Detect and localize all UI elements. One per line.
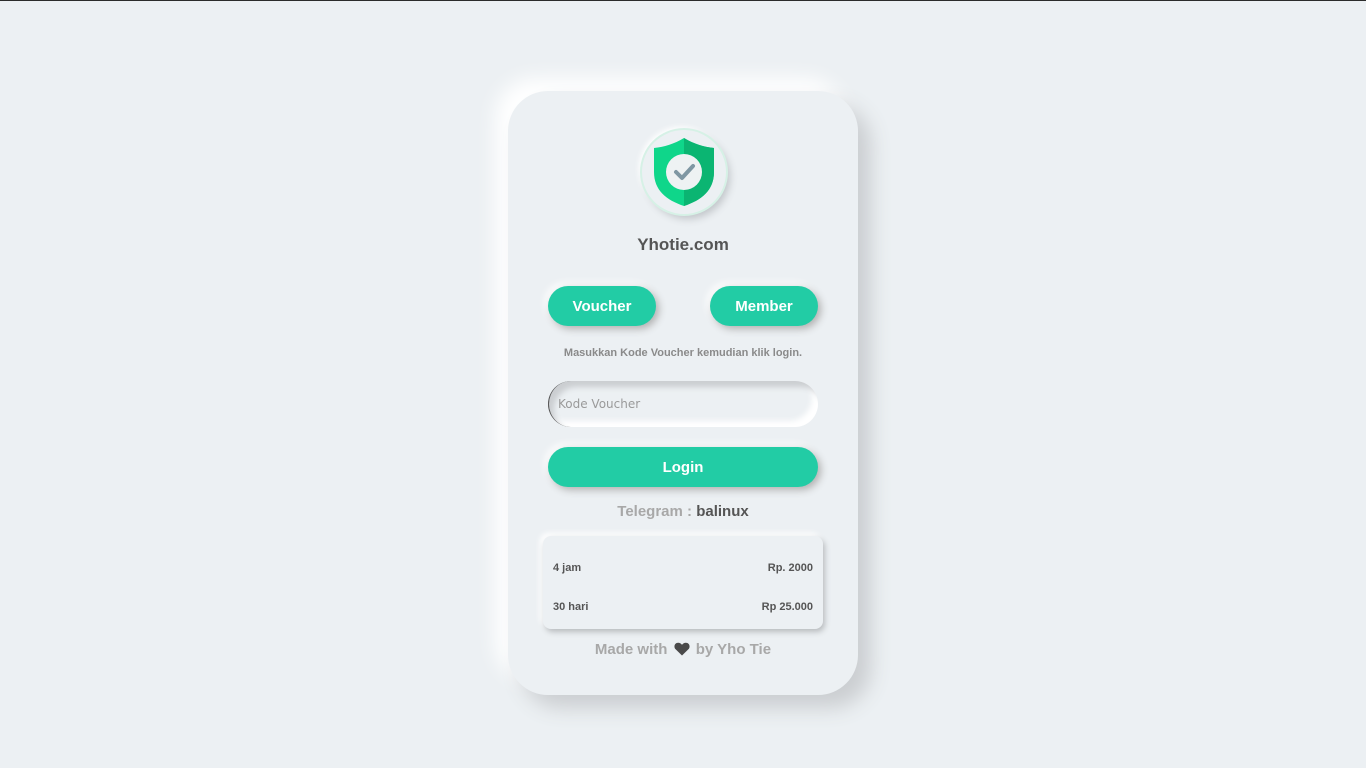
top-border [0,0,1366,1]
price-duration: 4 jam [553,562,582,574]
voucher-tab-button[interactable]: Voucher [548,286,656,326]
login-card: Yhotie.com Voucher Member Masukkan Kode … [508,91,858,695]
voucher-input-wrapper [548,381,818,427]
price-amount: Rp. 2000 [767,562,813,574]
price-row: 30 hari Rp 25.000 [553,601,813,613]
member-tab-button[interactable]: Member [710,286,818,326]
price-duration: 30 hari [553,601,589,613]
login-button[interactable]: Login [548,447,818,487]
price-list: 4 jam Rp. 2000 30 hari Rp 25.000 [543,536,823,629]
telegram-label: Telegram : [617,503,697,520]
telegram-handle[interactable]: balinux [696,503,749,520]
shield-check-icon [654,138,714,206]
site-title: Yhotie.com [637,235,729,254]
telegram-contact: Telegram : balinux [508,503,858,520]
footer-prefix: Made with [594,641,668,658]
footer-credit: Made with by Yho Tie [508,641,858,658]
voucher-code-input[interactable] [548,381,818,427]
heart-icon [674,642,690,656]
instruction-text: Masukkan Kode Voucher kemudian klik logi… [563,347,803,359]
footer-suffix: by Yho Tie [695,641,772,658]
shield-logo [642,130,726,214]
price-amount: Rp 25.000 [761,601,813,613]
price-row: 4 jam Rp. 2000 [553,562,813,574]
